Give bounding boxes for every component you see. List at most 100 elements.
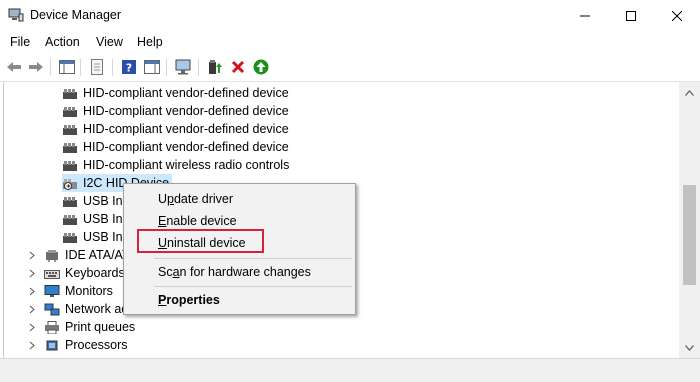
expand-chevron-icon[interactable] xyxy=(27,300,37,318)
tree-category-label: Monitors xyxy=(65,284,113,298)
keyboard-icon xyxy=(44,269,60,279)
properties-icon xyxy=(91,59,103,75)
menu-item-scan-hardware[interactable]: Scan for hardware changes xyxy=(158,265,311,279)
action-pane-icon xyxy=(144,60,160,74)
menu-item-enable-device[interactable]: Enable device xyxy=(158,214,237,228)
menu-item-label-part: date driver xyxy=(173,192,234,206)
window-title: Device Manager xyxy=(30,8,122,22)
hid-device-icon xyxy=(63,124,77,135)
scan-hardware-button[interactable] xyxy=(175,58,193,76)
menu-view[interactable]: View xyxy=(96,35,123,49)
hid-device-icon xyxy=(63,88,77,99)
forward-arrow-icon xyxy=(29,62,43,72)
minimize-icon xyxy=(580,15,590,16)
menu-item-access-key: p xyxy=(167,192,174,206)
hid-device-icon xyxy=(63,106,77,117)
menu-bar: File Action View Help xyxy=(0,31,700,53)
menu-item-update-driver[interactable]: Update driver xyxy=(158,192,233,206)
tree-item-usb-input[interactable]: USB Inp xyxy=(62,210,130,228)
menu-item-access-key: a xyxy=(172,265,180,279)
menu-item-label-part: nable device xyxy=(166,214,237,228)
tree-item-label: HID-compliant vendor-defined device xyxy=(83,104,289,118)
menu-separator xyxy=(154,258,352,259)
back-arrow-icon xyxy=(7,62,21,72)
processor-icon xyxy=(46,340,58,350)
green-up-arrow-icon xyxy=(253,59,269,75)
update-driver-icon xyxy=(209,60,222,74)
action-pane-button[interactable] xyxy=(143,58,161,76)
monitor-icon xyxy=(44,284,60,297)
title-bar: Device Manager xyxy=(0,0,700,31)
close-button[interactable] xyxy=(654,0,700,31)
maximize-button[interactable] xyxy=(608,0,654,31)
tree-item-hid-device[interactable]: HID-compliant vendor-defined device xyxy=(62,84,289,102)
tree-item-hid-device[interactable]: HID-compliant vendor-defined device xyxy=(62,138,289,156)
hid-device-icon xyxy=(63,232,77,243)
device-manager-icon xyxy=(8,8,24,22)
tree-category-label: Keyboards xyxy=(65,266,125,280)
tree-item-label: HID-compliant vendor-defined device xyxy=(83,140,289,154)
tree-category-keyboards[interactable]: Keyboards xyxy=(44,264,125,282)
expand-chevron-icon[interactable] xyxy=(27,246,37,264)
red-x-icon xyxy=(231,60,245,74)
disabled-device-icon xyxy=(63,178,77,190)
uninstall-highlight-box xyxy=(137,229,264,253)
toolbar-separator xyxy=(166,59,167,76)
tree-category-monitors[interactable]: Monitors xyxy=(44,282,113,300)
toolbar-separator xyxy=(112,59,113,76)
menu-item-label-part: roperties xyxy=(166,293,220,307)
uninstall-device-toolbar-button[interactable] xyxy=(229,58,247,76)
tree-category-label: Processors xyxy=(65,338,128,352)
show-hide-console-tree-button[interactable] xyxy=(58,58,76,76)
tree-item-hid-device[interactable]: HID-compliant vendor-defined device xyxy=(62,102,289,120)
menu-action[interactable]: Action xyxy=(45,35,80,49)
enable-device-toolbar-button[interactable] xyxy=(252,58,270,76)
expand-chevron-icon[interactable] xyxy=(27,264,37,282)
tree-item-label: HID-compliant vendor-defined device xyxy=(83,86,289,100)
close-icon xyxy=(672,10,682,21)
back-button[interactable] xyxy=(5,58,23,76)
tree-item-hid-wireless[interactable]: HID-compliant wireless radio controls xyxy=(62,156,289,174)
scrollbar-thumb[interactable] xyxy=(683,185,696,285)
hid-device-icon xyxy=(63,160,77,171)
tree-item-usb-input[interactable]: USB Inp xyxy=(62,228,130,246)
hid-device-icon xyxy=(63,214,77,225)
vertical-scrollbar[interactable] xyxy=(679,82,700,358)
monitor-scan-icon xyxy=(175,59,191,75)
toolbar-separator xyxy=(198,59,199,76)
menu-item-label-part: n for hardware changes xyxy=(179,265,311,279)
scroll-down-arrow-icon[interactable] xyxy=(685,345,694,351)
ide-controller-icon xyxy=(46,249,58,262)
tree-category-label: Print queues xyxy=(65,320,136,334)
status-bar xyxy=(0,358,700,382)
expand-chevron-icon[interactable] xyxy=(27,318,37,336)
tree-category-label: Network ac xyxy=(65,302,128,316)
tree-item-hid-device[interactable]: HID-compliant vendor-defined device xyxy=(62,120,289,138)
menu-help[interactable]: Help xyxy=(137,35,163,49)
tree-item-label: HID-compliant wireless radio controls xyxy=(83,158,290,172)
console-tree-icon xyxy=(59,60,75,74)
update-driver-button[interactable] xyxy=(206,58,224,76)
toolbar: ? xyxy=(0,53,700,82)
tree-category-network-adapters[interactable]: Network ac xyxy=(44,300,128,318)
menu-item-label-part: Sc xyxy=(158,265,173,279)
expand-chevron-icon[interactable] xyxy=(27,336,37,354)
help-icon: ? xyxy=(122,60,136,75)
tree-category-processors[interactable]: Processors xyxy=(44,336,128,354)
expand-chevron-icon[interactable] xyxy=(27,282,37,300)
scroll-up-arrow-icon[interactable] xyxy=(685,90,694,96)
maximize-icon xyxy=(626,10,636,21)
properties-toolbar-button[interactable] xyxy=(88,58,106,76)
tree-item-usb-input[interactable]: USB Inp xyxy=(62,192,130,210)
printer-icon xyxy=(45,320,59,334)
tree-category-print-queues[interactable]: Print queues xyxy=(44,318,135,336)
minimize-button[interactable] xyxy=(562,0,608,31)
network-adapter-icon xyxy=(44,303,60,315)
forward-button[interactable] xyxy=(27,58,45,76)
hid-device-icon xyxy=(63,142,77,153)
menu-file[interactable]: File xyxy=(10,35,30,49)
menu-item-properties[interactable]: Properties xyxy=(158,293,220,307)
help-toolbar-button[interactable]: ? xyxy=(120,58,138,76)
tree-item-label: HID-compliant vendor-defined device xyxy=(83,122,289,136)
hid-device-icon xyxy=(63,196,77,207)
